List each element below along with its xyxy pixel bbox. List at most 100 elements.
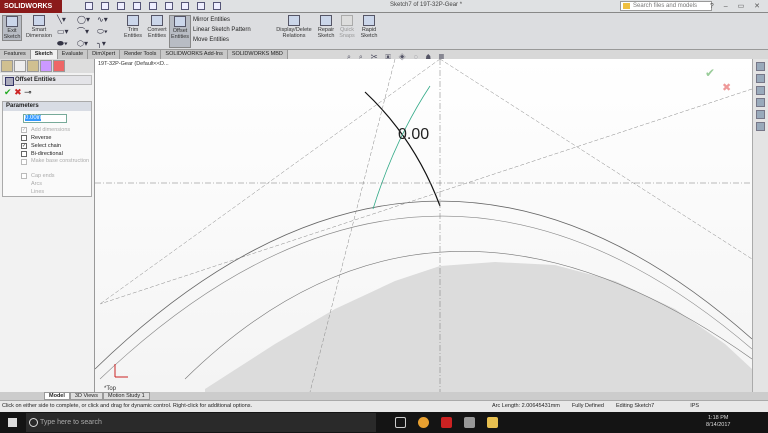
exit-sketch-icon	[6, 16, 18, 27]
design-library-icon[interactable]	[756, 74, 765, 83]
task-pane	[752, 59, 768, 400]
tab-sketch[interactable]: Sketch	[30, 50, 58, 59]
ok-button[interactable]: ✔	[4, 87, 12, 97]
rectangle-icon[interactable]: ▭▾	[57, 27, 77, 36]
rapid-sketch-icon	[363, 15, 375, 26]
command-manager: Exit Sketch Smart Dimension ╲▾ ◯▾ ∿▾ ▭▾ ⌒▾ ⬭…	[0, 13, 768, 50]
rebuild-icon[interactable]	[181, 2, 189, 10]
graphics-area[interactable]: 19T-32P-Gear (Default<<D... ⌕ ⌕ ✂ ▣ ◈ ◌ …	[95, 54, 752, 392]
chrome-icon[interactable]	[418, 417, 429, 428]
ellipse-icon[interactable]: ⬭▾	[97, 27, 117, 36]
configuration-tab[interactable]	[27, 60, 39, 72]
make-base-construction-checkbox[interactable]: Make base construction	[3, 158, 91, 172]
exit-sketch-button[interactable]: Exit Sketch	[2, 15, 22, 41]
file-explorer-icon[interactable]	[756, 86, 765, 95]
display-delete-relations-button[interactable]: Display/Delete Relations	[274, 15, 314, 39]
offset-entities-button[interactable]: Offset Entities	[169, 15, 191, 48]
window-controls[interactable]: ? – ▭ ✕	[710, 2, 764, 10]
document-title: Sketch7 of 19T-32P-Gear *	[390, 2, 463, 8]
trim-entities-button[interactable]: Trim Entities	[122, 15, 144, 39]
resources-icon[interactable]	[756, 62, 765, 71]
file-properties-icon[interactable]	[197, 2, 205, 10]
smart-dimension-button[interactable]: Smart Dimension	[25, 15, 53, 39]
inner-gear-fill	[205, 262, 752, 392]
system-clock[interactable]: 1:18 PM 8/14/2017	[706, 415, 730, 429]
offset-dimension[interactable]: 0.00	[398, 126, 429, 143]
property-manager: Offset Entities ✔ ✖ ⊸ Parameters 0.00in …	[0, 59, 95, 392]
spline-icon[interactable]: ∿▾	[97, 15, 117, 24]
cancel-button[interactable]: ✖	[14, 87, 22, 97]
appearances-icon[interactable]	[756, 110, 765, 119]
app-icon[interactable]	[464, 417, 475, 428]
tab-3d-views[interactable]: 3D Views	[69, 392, 104, 400]
open-icon[interactable]	[101, 2, 109, 10]
tab-motion-study[interactable]: Motion Study 1	[103, 392, 150, 400]
custom-properties-icon[interactable]	[756, 122, 765, 131]
solidworks-taskbar-icon[interactable]	[441, 417, 452, 428]
parameters-header[interactable]: Parameters	[3, 102, 91, 111]
arc-icon[interactable]: ⌒▾	[77, 27, 97, 36]
offset-distance-input[interactable]: 0.00in	[23, 114, 67, 123]
snaps-icon	[341, 15, 353, 26]
print-icon[interactable]	[133, 2, 141, 10]
sketch-tools: ╲▾ ◯▾ ∿▾ ▭▾ ⌒▾ ⬭▾ ⬬▾ ⬡▾ ╮▾	[57, 15, 117, 48]
repair-sketch-button[interactable]: Repair Sketch	[316, 15, 336, 39]
model-tabs: Model 3D Views Motion Study 1	[0, 392, 768, 400]
feature-tree-tab[interactable]	[1, 60, 13, 72]
mirror-entities-button[interactable]: Mirror Entities	[193, 15, 251, 25]
windows-start-icon[interactable]	[8, 418, 17, 427]
solidworks-logo[interactable]: SOLIDWORKS	[0, 0, 62, 13]
tab-features[interactable]: Features	[0, 50, 31, 59]
select-chain-checkbox[interactable]: ✓ Select chain	[3, 142, 91, 150]
pin-icon[interactable]: ⊸	[24, 87, 32, 97]
tab-addins[interactable]: SOLIDWORKS Add-Ins	[161, 50, 228, 59]
add-dimensions-checkbox[interactable]: ✓ Add dimensions	[3, 126, 91, 134]
quick-snaps-button[interactable]: Quick Snaps	[339, 15, 355, 39]
sketch-edit-tools: Mirror Entities Linear Sketch Pattern Mo…	[193, 15, 251, 45]
search-input[interactable]: Search files and models	[620, 1, 712, 11]
confirm-corner-cancel[interactable]: ✖	[722, 82, 731, 94]
new-icon[interactable]	[85, 2, 93, 10]
slot-icon[interactable]: ⬬▾	[57, 39, 77, 48]
sketch-canvas[interactable]: 0.00 *Top ✔ ✖	[95, 59, 752, 392]
construction-line	[439, 59, 752, 260]
view-palette-icon[interactable]	[756, 98, 765, 107]
quick-access-toolbar	[85, 2, 221, 10]
rapid-sketch-button[interactable]: Rapid Sketch	[359, 15, 379, 39]
units-selector[interactable]: IPS	[690, 401, 699, 412]
offset-preview	[372, 85, 431, 210]
tab-render-tools[interactable]: Render Tools	[120, 50, 162, 59]
tab-model[interactable]: Model	[44, 392, 70, 400]
convert-entities-button[interactable]: Convert Entities	[146, 15, 168, 39]
reverse-checkbox[interactable]: Reverse	[3, 134, 91, 142]
tab-mbd[interactable]: SOLIDWORKS MBD	[227, 50, 288, 59]
arcs-radio[interactable]: Arcs	[3, 180, 91, 188]
fillet-icon[interactable]: ╮▾	[97, 39, 117, 48]
windows-taskbar: Type here to search 1:18 PM 8/14/2017	[0, 412, 768, 433]
linear-pattern-button[interactable]: Linear Sketch Pattern	[193, 25, 251, 35]
dimension-icon	[33, 15, 45, 26]
arc-length: Arc Length: 2.00645431mm	[492, 403, 560, 409]
file-explorer-taskbar-icon[interactable]	[487, 417, 498, 428]
save-icon[interactable]	[117, 2, 125, 10]
polygon-icon[interactable]: ⬡▾	[77, 39, 97, 48]
taskbar-search[interactable]: Type here to search	[26, 413, 376, 432]
status-hint: Click on either side to complete, or cli…	[2, 403, 253, 409]
construction-line	[99, 59, 441, 305]
undo-icon[interactable]	[149, 2, 157, 10]
tab-evaluate[interactable]: Evaluate	[57, 50, 89, 59]
options-icon[interactable]	[213, 2, 221, 10]
property-manager-tab[interactable]	[14, 60, 26, 72]
display-tab[interactable]	[53, 60, 65, 72]
circle-icon[interactable]: ◯▾	[77, 15, 97, 24]
tab-dimxpert[interactable]: DimXpert	[88, 50, 121, 59]
cap-ends-checkbox[interactable]: Cap ends	[3, 172, 91, 180]
line-icon[interactable]: ╲▾	[57, 15, 77, 24]
bidirectional-checkbox[interactable]: Bi-directional	[3, 150, 91, 158]
select-icon[interactable]	[165, 2, 173, 10]
task-view-icon[interactable]	[395, 417, 406, 428]
lines-radio[interactable]: Lines	[3, 188, 91, 196]
move-entities-button[interactable]: Move Entities	[193, 35, 251, 45]
dimxpert-tab[interactable]	[40, 60, 52, 72]
confirm-corner-ok[interactable]: ✔	[705, 66, 715, 80]
